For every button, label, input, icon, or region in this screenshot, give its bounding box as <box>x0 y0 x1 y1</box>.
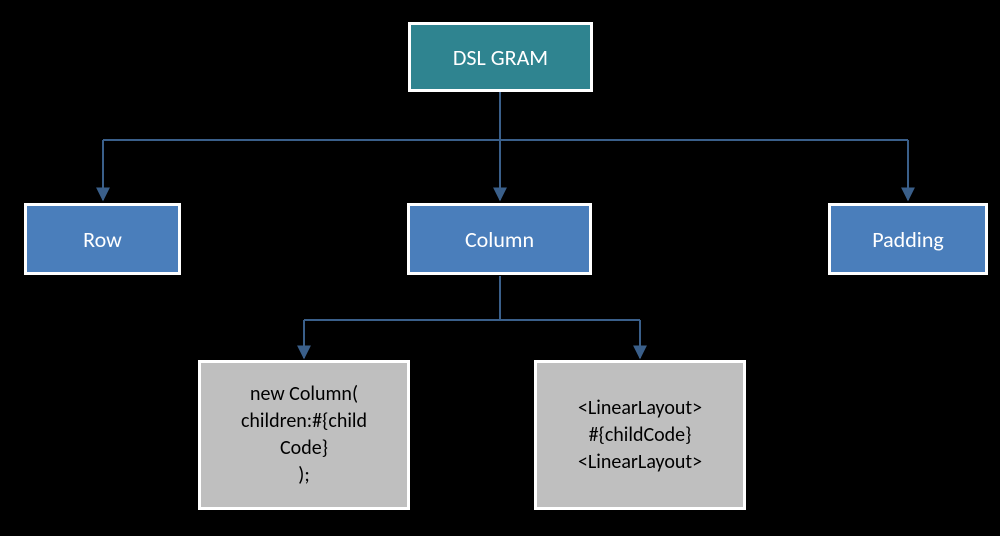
node-column: Column <box>407 203 592 275</box>
root-node: DSL GRAM <box>408 22 593 92</box>
node-padding: Padding <box>828 203 988 275</box>
node-row-label: Row <box>83 226 122 253</box>
node-row: Row <box>24 203 181 275</box>
node-column-label: Column <box>465 226 534 253</box>
root-label: DSL GRAM <box>453 44 548 71</box>
diagram-canvas: DSL GRAM Row Column Padding new Column( … <box>0 0 1000 536</box>
leaf-code-left: new Column( children:#{child Code} ); <box>198 360 410 510</box>
leaf-code-right: <LinearLayout> #{childCode} <LinearLayou… <box>534 360 746 510</box>
leaf-code-left-text: new Column( children:#{child Code} ); <box>241 381 367 489</box>
leaf-code-right-text: <LinearLayout> #{childCode} <LinearLayou… <box>578 395 702 476</box>
node-padding-label: Padding <box>872 226 944 253</box>
